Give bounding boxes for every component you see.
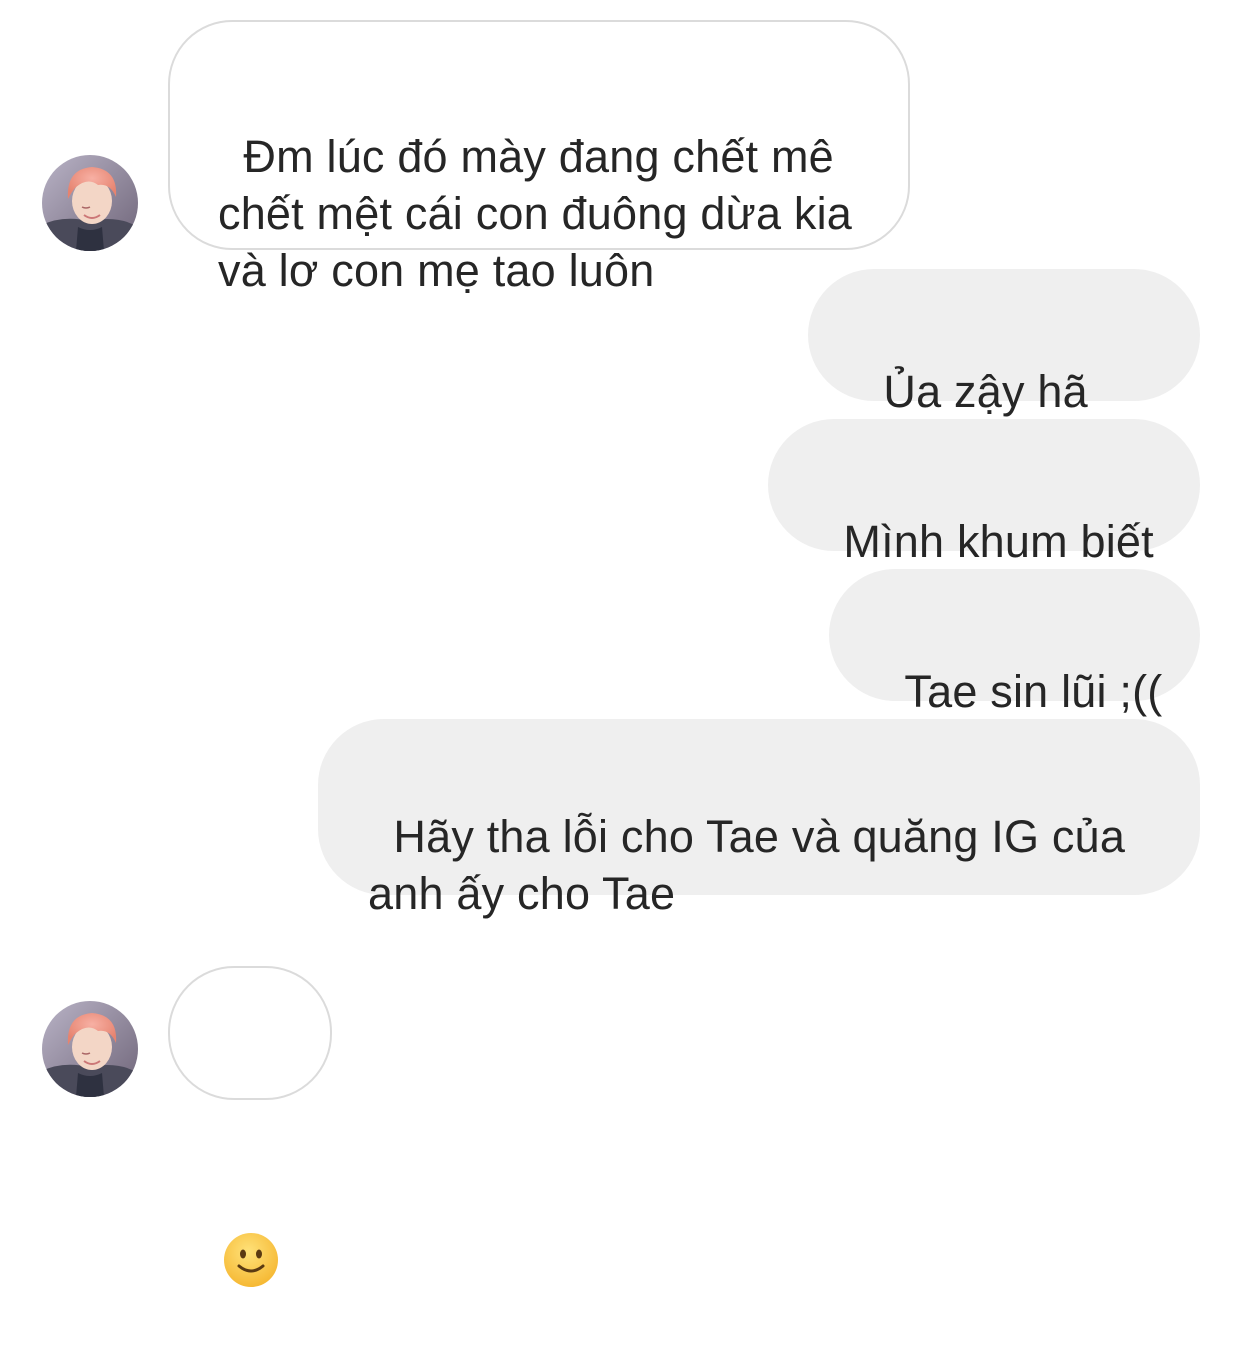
message-bubble-outgoing[interactable]: Hãy tha lỗi cho Tae và quăng IG của anh …: [318, 719, 1200, 919]
avatar[interactable]: [42, 155, 138, 251]
message-bubble-outgoing[interactable]: Mình khum biết: [768, 419, 1200, 567]
message-text: Đm lúc đó mày đang chết mê chết mệt cái …: [218, 131, 865, 296]
message-bubble-outgoing[interactable]: Ủa zậy hã: [808, 269, 1200, 530]
avatar[interactable]: [42, 1001, 138, 1097]
message-bubble-outgoing[interactable]: Tae sin lũi ;((: [829, 569, 1200, 717]
message-bubble-incoming[interactable]: Đm lúc đó mày đang chết mê chết mệt cái …: [168, 20, 910, 296]
message-bubble-incoming[interactable]: [168, 966, 332, 1287]
message-text: Tae sin lũi ;((: [904, 666, 1163, 717]
message-text: Ủa zậy hã: [883, 366, 1088, 417]
message-text: Hãy tha lỗi cho Tae và quăng IG của anh …: [368, 811, 1138, 919]
message-text: Mình khum biết: [843, 516, 1154, 567]
slightly-smiling-face-icon: [222, 1117, 330, 1359]
